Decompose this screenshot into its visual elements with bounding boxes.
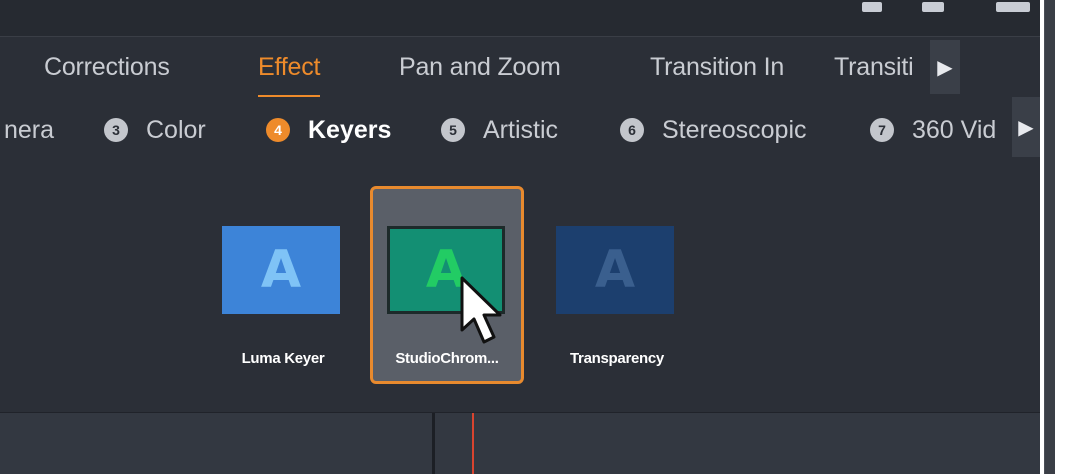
category-label: nera <box>4 115 55 144</box>
undo-icon[interactable] <box>862 2 882 12</box>
arrow-right-icon: ▶ <box>1018 116 1034 139</box>
tab-effect[interactable]: Effect <box>258 53 321 97</box>
number-badge: 7 <box>870 118 894 142</box>
tab-pan-and-zoom[interactable]: Pan and Zoom <box>399 53 561 85</box>
category-keyers[interactable]: 4 Keyers <box>266 113 391 147</box>
save-icon[interactable] <box>922 2 944 12</box>
title-bar <box>0 0 1040 37</box>
effect-thumbnail: A <box>556 226 674 314</box>
tab-transition-out[interactable]: Transiti <box>834 53 914 85</box>
mouse-pointer-icon <box>460 276 502 344</box>
panel-icon[interactable] <box>996 2 1030 12</box>
effects-grid: A Luma Keyer A StudioChrom... A Transpar… <box>0 160 1040 412</box>
number-badge: 5 <box>441 118 465 142</box>
category-stereoscopic[interactable]: 6 Stereoscopic <box>620 113 807 147</box>
main-tab-bar: Corrections Effect Pan and Zoom Transiti… <box>0 40 1040 100</box>
category-label: 360 Vid <box>912 115 997 144</box>
categories-scroll-right-button[interactable]: ▶ <box>1012 97 1040 157</box>
timeline-strip[interactable] <box>0 412 1040 474</box>
category-360-video[interactable]: 7 360 Vid <box>870 113 996 147</box>
category-label: Artistic <box>483 115 558 144</box>
number-badge: 4 <box>266 118 290 142</box>
category-label: Stereoscopic <box>662 115 807 144</box>
category-color[interactable]: 3 Color <box>104 113 206 147</box>
category-label: Color <box>146 115 206 144</box>
timeline-divider[interactable] <box>432 413 435 474</box>
letter-a-icon: A <box>594 240 636 300</box>
arrow-right-icon: ▶ <box>937 56 953 79</box>
number-badge: 3 <box>104 118 128 142</box>
effect-luma-keyer[interactable]: A Luma Keyer <box>206 186 360 384</box>
letter-a-icon: A <box>260 240 302 300</box>
effects-panel: Corrections Effect Pan and Zoom Transiti… <box>0 0 1040 474</box>
effect-label: StudioChrom... <box>395 350 499 367</box>
effect-label: Transparency <box>570 350 664 367</box>
tabs-scroll-right-button[interactable]: ▶ <box>930 40 960 94</box>
number-badge: 6 <box>620 118 644 142</box>
vertical-scrollbar[interactable] <box>1044 0 1055 474</box>
tab-corrections[interactable]: Corrections <box>44 53 170 85</box>
tab-transition-in[interactable]: Transition In <box>650 53 784 85</box>
category-bar: nera 3 Color 4 Keyers 5 Artistic 6 Stere… <box>0 97 1040 160</box>
category-label: Keyers <box>308 115 392 144</box>
category-artistic[interactable]: 5 Artistic <box>441 113 558 147</box>
playhead[interactable] <box>472 413 474 474</box>
effect-transparency[interactable]: A Transparency <box>540 186 694 384</box>
category-camera[interactable]: nera <box>4 113 54 147</box>
effect-label: Luma Keyer <box>241 350 325 367</box>
effect-thumbnail: A <box>222 226 340 314</box>
